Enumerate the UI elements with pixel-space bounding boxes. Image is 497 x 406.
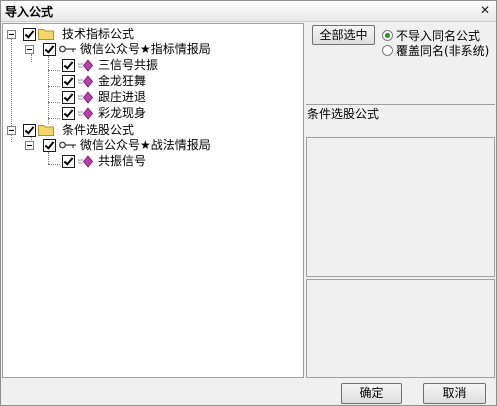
key-icon <box>59 45 76 53</box>
overwrite-label[interactable]: 覆盖同名(非系统) <box>396 42 489 59</box>
key-icon <box>59 141 76 149</box>
item-checkbox[interactable] <box>62 91 75 104</box>
collapse-icon[interactable] <box>25 45 34 54</box>
group-checkbox[interactable] <box>23 124 36 137</box>
subgroup-label: 微信公众号★战法情报局 <box>80 138 211 152</box>
subgroup-checkbox[interactable] <box>43 43 56 56</box>
formula-gem-icon <box>78 75 94 88</box>
tree-item[interactable]: 跟庄进退 <box>62 90 282 106</box>
item-checkbox[interactable] <box>62 107 75 120</box>
title-bar[interactable]: 导入公式 ✕ <box>1 1 496 22</box>
cancel-button[interactable]: 取消 <box>423 383 486 404</box>
item-checkbox[interactable] <box>62 155 75 168</box>
item-label: 三信号共振 <box>98 58 159 72</box>
formula-gem-icon <box>78 155 94 168</box>
item-label: 金龙狂舞 <box>98 74 147 88</box>
tree-subgroup-indicator[interactable]: 微信公众号★指标情报局 <box>23 42 293 58</box>
tree-group-stock-selection[interactable]: 条件选股公式 <box>6 123 296 139</box>
subgroup-checkbox[interactable] <box>43 139 56 152</box>
formula-gem-icon <box>78 91 94 104</box>
formula-gem-icon <box>78 59 94 72</box>
import-formula-dialog: 导入公式 ✕ 技术指标公式 微信公众号★指标情报局 三信号共振 金龙狂舞 跟庄进… <box>0 0 497 406</box>
tree-item[interactable]: 彩龙现身 <box>62 106 282 122</box>
group-label: 条件选股公式 <box>62 123 135 137</box>
formula-gem-icon <box>78 107 94 120</box>
tree-group-technical[interactable]: 技术指标公式 <box>6 27 296 43</box>
no-import-radio[interactable] <box>382 30 393 41</box>
formula-tree[interactable]: 技术指标公式 微信公众号★指标情报局 三信号共振 金龙狂舞 跟庄进退 彩龙现身 … <box>2 23 304 378</box>
collapse-icon[interactable] <box>7 126 16 135</box>
folder-icon <box>38 125 54 136</box>
item-label: 彩龙现身 <box>98 106 147 120</box>
overwrite-radio[interactable] <box>382 45 393 56</box>
item-label: 跟庄进退 <box>98 90 147 104</box>
panel-label: 条件选股公式 <box>307 107 380 121</box>
tree-subgroup-tactics[interactable]: 微信公众号★战法情报局 <box>23 138 293 154</box>
folder-icon <box>38 29 54 40</box>
group-checkbox[interactable] <box>23 28 36 41</box>
close-icon[interactable]: ✕ <box>477 3 493 19</box>
window-title: 导入公式 <box>5 5 54 19</box>
description-panel <box>306 137 495 277</box>
group-label: 技术指标公式 <box>62 27 135 41</box>
subgroup-label: 微信公众号★指标情报局 <box>80 42 211 56</box>
collapse-icon[interactable] <box>25 141 34 150</box>
item-label: 共振信号 <box>98 154 147 168</box>
collapse-icon[interactable] <box>7 30 16 39</box>
tree-item[interactable]: 金龙狂舞 <box>62 74 282 90</box>
tree-item[interactable]: 共振信号 <box>62 154 282 170</box>
item-checkbox[interactable] <box>62 59 75 72</box>
select-all-button[interactable]: 全部选中 <box>312 25 375 45</box>
detail-panel <box>306 279 495 378</box>
ok-button[interactable]: 确定 <box>341 383 402 404</box>
tree-item[interactable]: 三信号共振 <box>62 58 282 74</box>
item-checkbox[interactable] <box>62 75 75 88</box>
